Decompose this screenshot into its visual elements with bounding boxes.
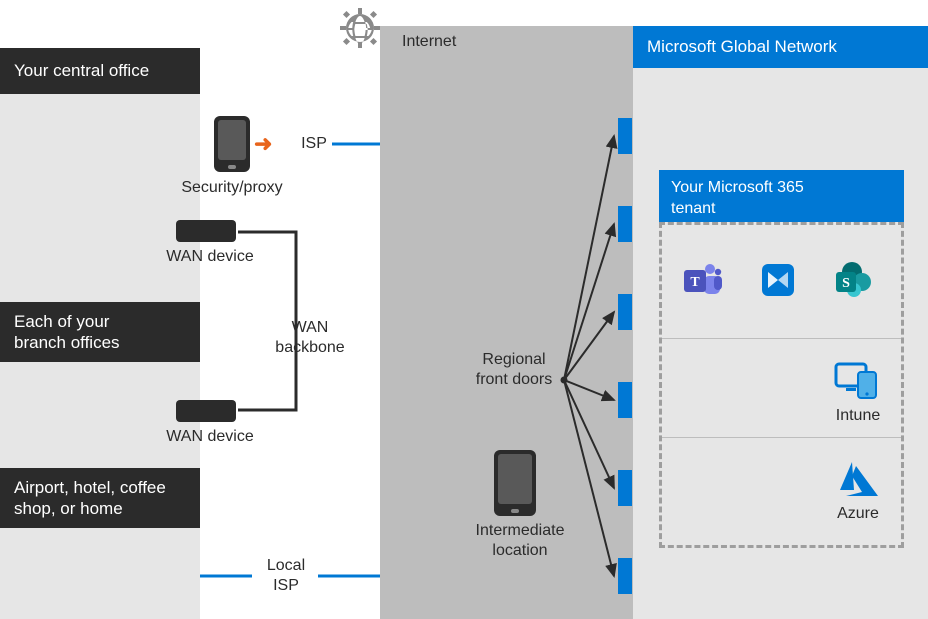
intermediate-device-icon — [494, 450, 536, 516]
wan-device-top-label: WAN device — [160, 247, 260, 267]
front-door-3 — [618, 294, 632, 330]
local-isp-label: Local ISP — [256, 556, 316, 596]
wan-backbone-label: WAN backbone — [270, 318, 350, 358]
tenant-divider-1 — [662, 338, 901, 339]
internet-column-label: Internet — [402, 32, 456, 52]
tenant-header: Your Microsoft 365 tenant — [659, 170, 904, 228]
svg-text:S: S — [842, 276, 850, 291]
central-office-header-text: Your central office — [14, 60, 149, 81]
remote-locations-header: Airport, hotel, coffee shop, or home — [0, 468, 200, 528]
wan-device-bottom-icon — [176, 400, 236, 422]
egress-arrow-icon: ➜ — [254, 131, 272, 157]
security-proxy-device-icon — [214, 116, 250, 172]
sharepoint-icon: S — [832, 258, 876, 307]
front-door-2 — [618, 206, 632, 242]
intermediate-location-label: Intermediate location — [465, 521, 575, 561]
globe-icon — [338, 6, 382, 55]
exchange-icon — [756, 258, 800, 307]
front-door-1 — [618, 118, 632, 154]
isp-label: ISP — [294, 134, 334, 154]
tenant-divider-2 — [662, 437, 901, 438]
branch-offices-header-text: Each of your branch offices — [14, 311, 120, 354]
front-door-4 — [618, 382, 632, 418]
front-door-5 — [618, 470, 632, 506]
svg-text:T: T — [690, 275, 700, 290]
teams-icon: T — [680, 258, 724, 307]
central-office-header: Your central office — [0, 48, 200, 94]
remote-locations-text: Airport, hotel, coffee shop, or home — [14, 477, 166, 520]
front-door-6 — [618, 558, 632, 594]
wan-device-top-icon — [176, 220, 236, 242]
intune-label: Intune — [828, 406, 888, 426]
microsoft-network-header-text: Microsoft Global Network — [647, 37, 837, 57]
branch-offices-header: Each of your branch offices — [0, 302, 200, 362]
microsoft-network-header: Microsoft Global Network — [633, 26, 928, 68]
intune-icon — [834, 360, 882, 405]
security-proxy-label: Security/proxy — [162, 178, 302, 198]
regional-front-doors-label: Regional front doors — [464, 350, 564, 390]
wan-device-bottom-label: WAN device — [160, 427, 260, 447]
azure-label: Azure — [828, 504, 888, 524]
tenant-header-text: Your Microsoft 365 tenant — [671, 179, 804, 217]
azure-icon — [836, 460, 882, 505]
